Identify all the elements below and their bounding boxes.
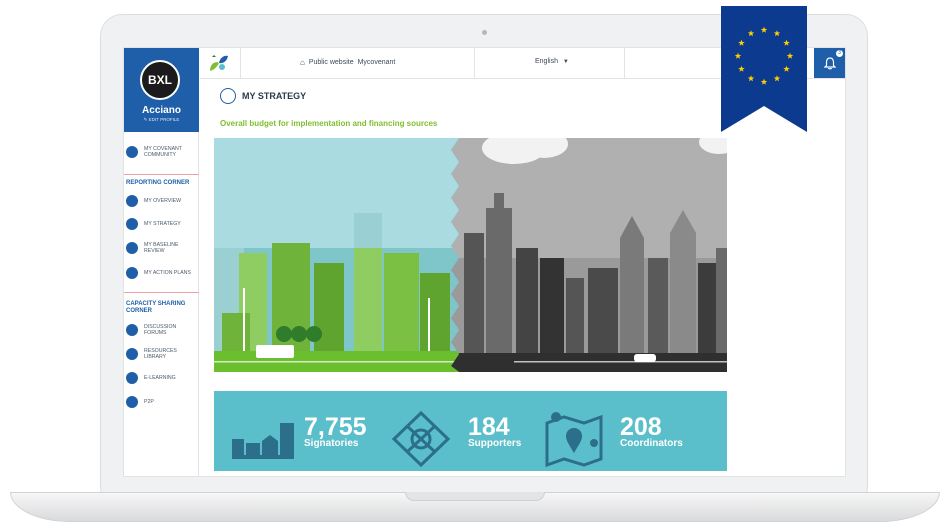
topbar-separator (624, 48, 625, 78)
topbar-separator (474, 48, 475, 78)
sidebar-item-label: MY OVERVIEW (144, 198, 181, 204)
sidebar-item-label: MY STRATEGY (144, 221, 181, 227)
sidebar: BXL Acciano ✎ EDIT PROFILE MY COVENANT C… (124, 48, 199, 476)
sidebar-divider (124, 174, 199, 175)
sidebar-item-action-plans[interactable]: MY ACTION PLANS (126, 263, 198, 283)
chevron-down-icon: ▼ (562, 59, 569, 65)
overview-icon (126, 195, 138, 207)
language-label: English (535, 58, 558, 65)
public-website-link[interactable]: ⌂ Public website Mycovenant (300, 58, 395, 67)
sidebar-item-label: MY COVENANT COMMUNITY (144, 146, 182, 158)
sidebar-item-elearning[interactable]: E-LEARNING (126, 368, 198, 388)
signatories-label: Signatories (304, 438, 359, 449)
supporters-label: Supporters (468, 438, 522, 449)
supporters-count: 184 (468, 413, 510, 441)
sidebar-item-forums[interactable]: DISCUSSION FORUMS (126, 320, 198, 340)
sidebar-item-label: P2P (144, 399, 154, 405)
budget-heading: Overall budget for implementation and fi… (220, 119, 438, 128)
sidebar-item-label: RESOURCES LIBRARY (144, 348, 177, 360)
strategy-icon (126, 218, 138, 230)
eu-flag-badge (721, 6, 807, 132)
sidebar-item-p2p[interactable]: P2P (126, 392, 198, 412)
public-website-label: Public website (308, 59, 354, 66)
forum-icon (126, 324, 138, 336)
signatories-count: 7,755 (304, 413, 367, 441)
topbar-separator (240, 48, 241, 78)
coordinators-label: Coordinators (620, 438, 683, 449)
sidebar-item-community[interactable]: MY COVENANT COMMUNITY (126, 142, 198, 162)
reporting-corner-heading: REPORTING CORNER (126, 180, 190, 186)
sidebar-item-strategy[interactable]: MY STRATEGY (126, 214, 198, 234)
page-title: MY STRATEGY (242, 91, 307, 101)
sidebar-divider (124, 292, 199, 293)
community-icon (126, 146, 138, 158)
page-title-row: MY STRATEGY (220, 88, 306, 104)
strategy-title-icon (220, 88, 236, 104)
sidebar-item-library[interactable]: RESOURCES LIBRARY (126, 344, 198, 364)
notification-count: 3 (836, 50, 843, 57)
notifications-button[interactable]: 3 (814, 48, 845, 78)
laptop-camera (482, 30, 487, 35)
action-plans-icon (126, 267, 138, 279)
p2p-icon (126, 396, 138, 408)
sidebar-item-label: E-LEARNING (144, 375, 176, 381)
green-vs-grey-city-illustration (214, 138, 727, 372)
covenant-logo[interactable] (208, 53, 230, 73)
mycovenant-label: Mycovenant (357, 59, 396, 66)
sidebar-item-label: MY ACTION PLANS (144, 270, 191, 276)
city-name: Acciano (142, 105, 181, 116)
home-icon: ⌂ (300, 58, 305, 67)
buildings-icon (232, 423, 294, 459)
capacity-corner-heading: CAPACITY SHARING CORNER (126, 301, 186, 314)
sidebar-item-overview[interactable]: MY OVERVIEW (126, 191, 198, 211)
language-select[interactable]: English ▼ (535, 58, 569, 65)
handshake-circle-icon (391, 410, 451, 468)
sidebar-item-label: DISCUSSION FORUMS (144, 324, 177, 336)
map-pin-icon (545, 412, 603, 467)
laptop-base-notch (405, 492, 545, 501)
avatar[interactable]: BXL (140, 60, 180, 100)
profile-panel: BXL Acciano ✎ EDIT PROFILE (124, 48, 199, 132)
edit-profile-label: EDIT PROFILE (148, 117, 180, 122)
sidebar-item-label: MY BASELINE REVIEW (144, 242, 179, 254)
sidebar-item-baseline[interactable]: MY BASELINE REVIEW (126, 238, 198, 258)
elearning-icon (126, 372, 138, 384)
edit-profile-link[interactable]: ✎ EDIT PROFILE (124, 117, 199, 123)
coordinators-count: 208 (620, 413, 662, 441)
stats-banner: 7,755 Signatories 184 Supporters 208 Coo… (214, 391, 727, 471)
library-icon (126, 348, 138, 360)
bell-icon (824, 56, 836, 69)
baseline-icon (126, 242, 138, 254)
